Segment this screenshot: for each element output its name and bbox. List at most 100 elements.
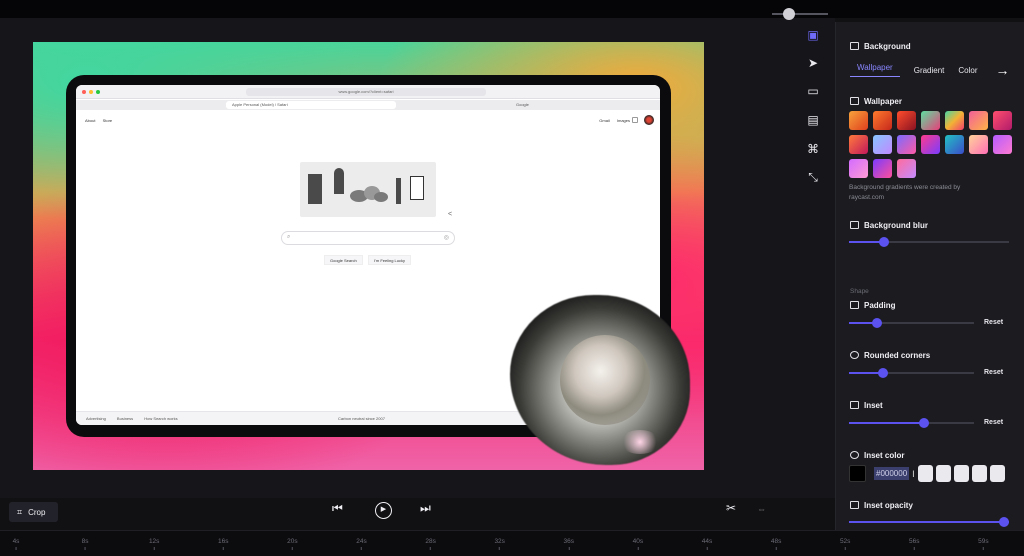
lens-icon: ◎ bbox=[443, 235, 449, 241]
apps-grid-icon bbox=[632, 117, 638, 123]
timeline-tick: 59s bbox=[978, 538, 989, 550]
palette-icon bbox=[850, 451, 859, 459]
wallpaper-credit-link[interactable]: raycast.com bbox=[849, 193, 1019, 203]
wallpaper-tile[interactable] bbox=[873, 159, 892, 178]
wallpaper-tile[interactable] bbox=[945, 135, 964, 154]
footer-business: Business bbox=[116, 416, 134, 421]
transform-icon[interactable]: ⤡ bbox=[804, 168, 822, 186]
inset-title: Inset bbox=[850, 401, 883, 410]
timeline-tick: 16s bbox=[218, 538, 229, 550]
inset-reset-button[interactable]: Reset bbox=[984, 419, 1003, 426]
skip-back-icon[interactable]: ⏮ bbox=[332, 501, 343, 516]
wallpaper-credit-text: Background gradients were created by bbox=[849, 184, 961, 191]
playback-controls: ⌗ Crop ⏮ ▶ ⏭ ✂ ⇔ bbox=[0, 498, 835, 528]
skip-forward-icon[interactable]: ⏭ bbox=[420, 501, 431, 516]
color-preset[interactable] bbox=[917, 465, 933, 482]
text-cursor-icon: I bbox=[912, 468, 915, 479]
wallpaper-tile[interactable] bbox=[849, 159, 868, 178]
background-blur-slider[interactable] bbox=[849, 237, 1009, 247]
wallpaper-tile[interactable] bbox=[921, 111, 940, 130]
google-store-link: Store bbox=[102, 118, 113, 123]
arrow-right-icon[interactable]: → bbox=[996, 62, 1010, 78]
cursor-icon[interactable]: ➤ bbox=[804, 54, 822, 72]
timeline-tick: 44s bbox=[702, 538, 712, 550]
grid-icon bbox=[850, 501, 859, 509]
padding-title: Padding bbox=[850, 301, 896, 310]
command-icon[interactable]: ⌘ bbox=[804, 140, 822, 158]
inset-color-swatch[interactable] bbox=[849, 465, 866, 482]
rounded-reset-button[interactable]: Reset bbox=[984, 369, 1003, 376]
inset-color-hex-input[interactable]: #000000 bbox=[874, 467, 910, 480]
slider-knob[interactable] bbox=[871, 318, 882, 328]
timeline-tick: 8s bbox=[82, 538, 89, 550]
google-links-left: About Store bbox=[85, 118, 118, 123]
wallpaper-tile[interactable] bbox=[945, 111, 964, 130]
padding-reset-button[interactable]: Reset bbox=[984, 319, 1003, 326]
rounded-corners-slider[interactable] bbox=[849, 368, 974, 378]
timeline-tick: 48s bbox=[771, 538, 781, 550]
wallpaper-tile[interactable] bbox=[969, 111, 988, 130]
color-preset[interactable] bbox=[953, 465, 969, 482]
footer-advertising: Advertising bbox=[86, 416, 106, 421]
inset-color-title: Inset color bbox=[850, 451, 904, 460]
wallpaper-tile[interactable] bbox=[897, 111, 916, 130]
wallpaper-tile[interactable] bbox=[921, 135, 940, 154]
wallpaper-tile[interactable] bbox=[849, 135, 868, 154]
play-button[interactable]: ▶ bbox=[375, 502, 392, 519]
settings-panel: Background Wallpaper Gradient Color → Wa… bbox=[835, 22, 1024, 530]
browser-toolbar: www.google.com/?client=safari bbox=[76, 85, 660, 99]
wallpaper-tile[interactable] bbox=[897, 159, 916, 178]
slider-fill bbox=[849, 521, 1009, 523]
footer-carbon: Carbon neutral since 2007 bbox=[338, 416, 385, 421]
wallpaper-tile[interactable] bbox=[993, 135, 1012, 154]
footer-how-search: How Search works bbox=[144, 416, 178, 421]
wallpaper-tile[interactable] bbox=[873, 135, 892, 154]
background-section-title: Background bbox=[850, 42, 911, 51]
wallpaper-tile[interactable] bbox=[873, 111, 892, 130]
camera-icon[interactable]: ▭ bbox=[804, 82, 822, 100]
inset-icon bbox=[850, 401, 859, 409]
color-preset[interactable] bbox=[989, 465, 1005, 482]
wallpaper-tile[interactable] bbox=[969, 135, 988, 154]
slider-knob[interactable] bbox=[877, 368, 888, 378]
google-gmail-link: Gmail bbox=[599, 118, 610, 123]
tab-gradient[interactable]: Gradient bbox=[914, 66, 945, 75]
background-tabs: Wallpaper Gradient Color → bbox=[850, 62, 1010, 78]
browser-tab-other: Google bbox=[516, 102, 529, 107]
zoom-out-icon[interactable]: ⇔ bbox=[757, 504, 766, 514]
color-preset[interactable] bbox=[935, 465, 951, 482]
caption-icon[interactable]: ▤ bbox=[804, 111, 822, 129]
google-search-box: ⌕ ◎ bbox=[281, 231, 455, 245]
inset-opacity-slider[interactable] bbox=[849, 517, 1009, 527]
google-doodle bbox=[300, 162, 436, 217]
zoom-slider[interactable] bbox=[772, 13, 828, 15]
timeline-tick: 20s bbox=[287, 538, 298, 550]
timeline-tick: 52s bbox=[840, 538, 850, 550]
image-icon bbox=[850, 97, 859, 105]
browser-tab-active: Apple Personal (Model) / Safari bbox=[226, 101, 396, 109]
wallpaper-tile[interactable] bbox=[897, 135, 916, 154]
crop-button[interactable]: ⌗ Crop bbox=[9, 502, 58, 522]
slider-knob[interactable] bbox=[879, 237, 890, 247]
wallpaper-tile[interactable] bbox=[849, 111, 868, 130]
image-icon bbox=[850, 221, 859, 229]
tab-color[interactable]: Color bbox=[958, 66, 977, 75]
slider-knob[interactable] bbox=[999, 517, 1009, 527]
timeline-tick: 4s bbox=[13, 538, 19, 550]
tab-wallpaper[interactable]: Wallpaper bbox=[850, 63, 900, 77]
timeline-ruler[interactable]: 4s 8s 12s 16s 20s 24s 28s 32s 36s 40s 44s 48s 52s 56s… bbox=[0, 530, 1024, 556]
transition-blob-glow bbox=[620, 430, 660, 454]
inset-slider[interactable] bbox=[849, 418, 974, 428]
color-preset[interactable] bbox=[971, 465, 987, 482]
rounded-corners-title: Rounded corners bbox=[850, 351, 930, 360]
slider-fill bbox=[849, 422, 924, 424]
google-about-link: About bbox=[85, 118, 96, 123]
slider-knob[interactable] bbox=[919, 418, 929, 428]
wallpaper-tile[interactable] bbox=[993, 111, 1012, 130]
avatar bbox=[644, 115, 654, 125]
inset-opacity-title: Inset opacity bbox=[850, 501, 913, 510]
padding-slider[interactable] bbox=[849, 318, 974, 328]
layout-icon[interactable]: ▣ bbox=[804, 26, 822, 44]
wallpaper-grid bbox=[849, 111, 1017, 178]
scissors-icon[interactable]: ✂ bbox=[726, 501, 736, 515]
